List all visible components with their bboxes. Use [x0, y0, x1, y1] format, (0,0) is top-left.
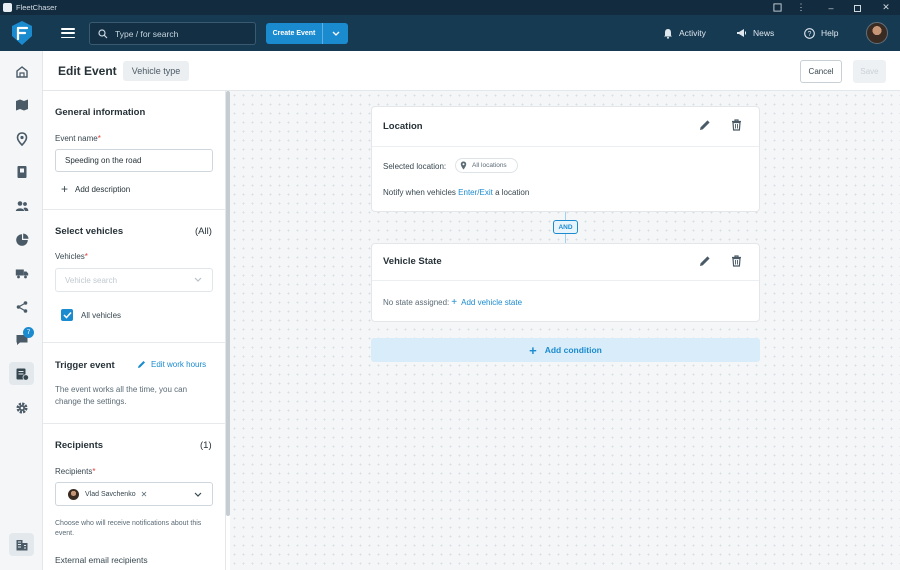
add-condition-button[interactable]: + Add condition: [371, 338, 760, 362]
notify-text: Notify when vehicles Enter/Exit a locati…: [383, 188, 530, 197]
create-event-button[interactable]: Create Event: [266, 23, 348, 44]
restore-button[interactable]: [845, 0, 871, 15]
window-titlebar: FleetChaser ⋮ – ✕: [0, 0, 900, 15]
recipient-chip: Vlad Savchenko: [85, 490, 136, 498]
and-badge: AND: [553, 220, 578, 234]
activity-link[interactable]: Activity: [663, 24, 706, 42]
location-card-title: Location: [383, 121, 423, 132]
plus-icon: +: [61, 182, 69, 196]
share-icon[interactable]: [12, 297, 31, 316]
save-button[interactable]: Save: [853, 60, 886, 83]
search-input[interactable]: Type / for search: [89, 22, 256, 45]
vehicle-state-row: No state assigned: + Add vehicle state: [383, 297, 522, 308]
app-icon: [3, 3, 12, 12]
section-divider: [43, 342, 226, 343]
section-divider: [43, 423, 226, 424]
recipients-count: (1): [200, 440, 212, 451]
cancel-button[interactable]: Cancel: [800, 60, 842, 83]
help-icon: ?: [804, 27, 815, 39]
recipients-hint: Choose who will receive notifications ab…: [55, 520, 202, 537]
event-name-label: Event name*: [55, 134, 101, 143]
edit-work-hours-link[interactable]: Edit work hours: [137, 360, 206, 369]
more-options-icon[interactable]: ⋮: [788, 0, 814, 15]
event-type-chip: Vehicle type: [123, 61, 189, 81]
edit-pencil-icon[interactable]: [698, 118, 712, 132]
trigger-event-heading: Trigger event: [55, 360, 115, 371]
add-vehicle-state-link[interactable]: Add vehicle state: [461, 298, 522, 307]
recipient-avatar: [68, 488, 79, 500]
all-vehicles-label: All vehicles: [81, 311, 122, 320]
trigger-description: The event works all the time, you can ch…: [55, 385, 188, 406]
edit-pencil-icon[interactable]: [698, 254, 712, 268]
location-pin-icon[interactable]: [12, 129, 31, 148]
svg-text:?: ?: [808, 31, 812, 38]
plus-icon: +: [529, 342, 537, 358]
chevron-down-icon: [194, 492, 202, 497]
recipients-select[interactable]: Vlad Savchenko ✕: [55, 482, 213, 506]
user-avatar[interactable]: [866, 22, 888, 44]
megaphone-icon: [737, 29, 746, 37]
general-info-heading: General information: [55, 107, 146, 118]
settings-gear-icon[interactable]: [12, 398, 31, 417]
vehicle-state-condition-card: Vehicle State No state assigned: + Add v…: [371, 243, 760, 322]
location-condition-card: Location Selected location: Notify when …: [371, 106, 760, 212]
no-state-text: No state assigned:: [383, 298, 450, 307]
external-recipients-label: External email recipients: [55, 555, 148, 565]
vehicle-search-select[interactable]: Vehicle search: [55, 268, 213, 292]
events-icon[interactable]: [12, 364, 31, 383]
menu-icon[interactable]: [60, 26, 76, 40]
help-link[interactable]: ? Help: [804, 24, 838, 42]
all-vehicles-checkbox[interactable]: [61, 309, 73, 321]
company-building-icon[interactable]: [12, 535, 31, 554]
vehicles-label: Vehicles*: [55, 252, 88, 261]
window-title: FleetChaser: [16, 3, 57, 12]
remove-recipient-icon[interactable]: ✕: [141, 490, 148, 499]
location-chip[interactable]: All locations: [455, 158, 518, 173]
contacts-book-icon[interactable]: [12, 162, 31, 181]
minimize-button[interactable]: –: [818, 0, 844, 15]
select-vehicles-heading: Select vehicles: [55, 226, 124, 237]
extensions-icon[interactable]: [764, 0, 790, 15]
bell-icon: [664, 28, 672, 39]
add-description-link[interactable]: + Add description: [61, 182, 130, 196]
close-window-button[interactable]: ✕: [873, 0, 899, 15]
page-title: Edit Event: [58, 64, 117, 78]
event-name-input[interactable]: Speeding on the road: [55, 149, 213, 172]
vehicles-count: (All): [195, 226, 212, 237]
chevron-down-icon[interactable]: [323, 31, 348, 37]
home-icon[interactable]: [12, 62, 31, 81]
enter-exit-link[interactable]: Enter/Exit: [458, 188, 493, 197]
truck-icon[interactable]: [12, 263, 31, 282]
reports-pie-icon[interactable]: [12, 230, 31, 249]
recipients-label: Recipients*: [55, 467, 96, 476]
create-event-label: Create Event: [272, 30, 316, 37]
users-icon[interactable]: [12, 196, 31, 215]
selected-location-label: Selected location:: [383, 162, 447, 171]
pencil-icon: [138, 361, 145, 368]
recipients-heading: Recipients: [55, 440, 104, 451]
delete-trash-icon[interactable]: [729, 254, 743, 268]
fleetchaser-logo[interactable]: [10, 20, 34, 46]
section-divider: [43, 209, 226, 210]
search-placeholder: Type / for search: [115, 28, 179, 39]
search-icon: [98, 28, 108, 38]
vehicle-state-card-title: Vehicle State: [383, 256, 442, 267]
plus-icon: +: [451, 297, 458, 308]
news-link[interactable]: News: [736, 24, 774, 42]
map-icon[interactable]: [12, 95, 31, 114]
delete-trash-icon[interactable]: [729, 118, 743, 132]
location-pin-icon: [460, 161, 467, 170]
chevron-down-icon: [194, 277, 202, 282]
chat-badge: 7: [23, 327, 34, 338]
